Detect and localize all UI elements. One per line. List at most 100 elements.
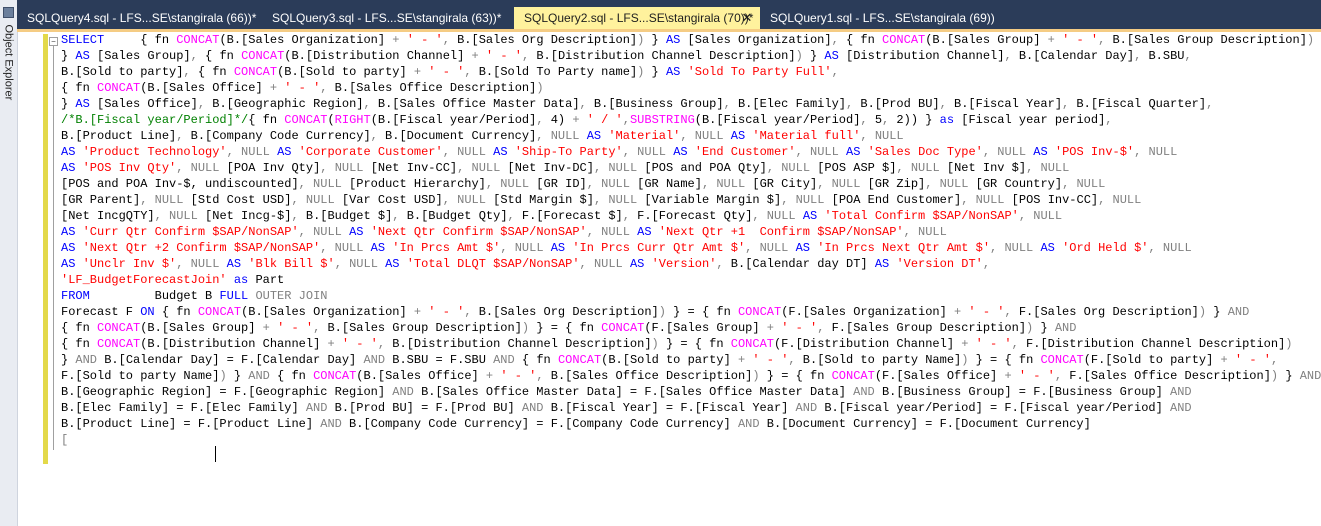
sql-string: ' - ': [752, 353, 789, 367]
object-explorer-label[interactable]: Object Explorer: [2, 25, 16, 130]
code-line[interactable]: F.[Sold to party Name]) } AND { fn CONCA…: [61, 368, 1321, 384]
code-line[interactable]: B.[Geographic Region] = F.[Geographic Re…: [61, 384, 1321, 400]
sql-function: CONCAT: [233, 65, 278, 79]
sql-text: (F.[Sales Group]: [644, 321, 767, 335]
sql-text: B.[Calendar Day]: [1011, 49, 1135, 63]
code-line[interactable]: B.[Elec Family] = F.[Elec Family] AND B.…: [61, 400, 1321, 416]
code-line[interactable]: B.[Sold to party], { fn CONCAT(B.[Sold t…: [61, 64, 1321, 80]
code-line[interactable]: FROM Budget B FULL OUTER JOIN: [61, 288, 1321, 304]
code-line[interactable]: 'LF_BudgetForecastJoin' as Part: [61, 272, 1321, 288]
sql-string: 'Ord Held $': [1062, 241, 1149, 255]
sql-function: CONCAT: [97, 337, 141, 351]
object-explorer-panel[interactable]: Object Explorer: [0, 0, 18, 526]
code-line[interactable]: AS 'Next Qtr +2 Confirm $SAP/NonSAP', NU…: [61, 240, 1321, 256]
sql-keyword: AS: [61, 161, 76, 175]
code-line[interactable]: AS 'Product Technology', NULL AS 'Corpor…: [61, 144, 1321, 160]
sql-string: 'Blk Bill $': [248, 257, 335, 271]
sql-keyword: AS: [665, 65, 681, 79]
sql-text: B.[Document Currency] = F.[Document Curr…: [759, 417, 1091, 431]
code-line[interactable]: { fn CONCAT(B.[Distribution Channel] + '…: [61, 336, 1321, 352]
sql-operator: AND: [392, 385, 414, 399]
code-line[interactable]: AS 'Unclr Inv $', NULL AS 'Blk Bill $', …: [61, 256, 1321, 272]
close-tab-icon[interactable]: ✕: [740, 10, 754, 26]
code-line[interactable]: AS 'POS Inv Qty', NULL [POA Inv Qty], NU…: [61, 160, 1321, 176]
code-line[interactable]: /*B.[Fiscal year/Period]*/{ fn CONCAT(RI…: [61, 112, 1321, 128]
sql-function: CONCAT: [284, 113, 328, 127]
sql-operator: AND: [795, 401, 818, 415]
sql-string: 'Unclr Inv $': [82, 257, 177, 271]
sql-string: 'Product Technology': [82, 145, 227, 159]
code-line[interactable]: { fn CONCAT(B.[Sales Group] + ' - ', B.[…: [61, 320, 1321, 336]
sql-operator: NULL: [305, 193, 335, 207]
sql-text: }: [644, 65, 666, 79]
tab-sqlquery2[interactable]: SQLQuery2.sql - LFS...SE\stangirala (70)…: [514, 7, 760, 29]
code-line[interactable]: } AS [Sales Office], B.[Geographic Regio…: [61, 96, 1321, 112]
sql-text: [GR Name]: [629, 177, 702, 191]
sql-string: 'End Customer': [694, 145, 796, 159]
sql-operator: ): [752, 369, 760, 383]
sql-text: Part: [248, 273, 285, 287]
sql-code[interactable]: SELECT { fn CONCAT(B.[Sales Organization…: [61, 32, 1321, 448]
code-line[interactable]: } AS [Sales Group], { fn CONCAT(B.[Distr…: [61, 48, 1321, 64]
sql-function: CONCAT: [737, 305, 782, 319]
code-line[interactable]: [POS and POA Inv-$, undiscounted], NULL …: [61, 176, 1321, 192]
sql-operator: +: [262, 321, 270, 335]
sql-string: 'Total DLQT $SAP/NonSAP': [406, 257, 580, 271]
sql-text: B.[Business Group] = F.[Business Group]: [874, 385, 1171, 399]
sql-operator: ,: [795, 145, 803, 159]
sql-string: 'Ship-To Party': [514, 145, 623, 159]
sql-operator: ,: [370, 129, 378, 143]
sql-operator: +: [471, 49, 479, 63]
code-line[interactable]: [GR Parent], NULL [Std Cost USD], NULL […: [61, 192, 1321, 208]
query-editor[interactable]: − SELECT { fn CONCAT(B.[Sales Organizati…: [38, 32, 1321, 526]
sql-keyword: AS: [730, 129, 746, 143]
sql-operator: ,: [622, 113, 630, 127]
code-line[interactable]: { fn CONCAT(B.[Sales Office] + ' - ', B.…: [61, 80, 1321, 96]
code-line[interactable]: B.[Product Line], B.[Company Code Curren…: [61, 128, 1321, 144]
sql-operator: NULL: [334, 241, 364, 255]
sql-operator: AND: [1170, 385, 1192, 399]
object-explorer-icon[interactable]: [3, 7, 14, 18]
sql-keyword: AS: [61, 145, 76, 159]
sql-operator: NULL: [795, 193, 825, 207]
sql-text: B.SBU = F.SBU: [385, 353, 494, 367]
sql-operator: NULL: [457, 193, 486, 207]
sql-text: [Std Margin $]: [485, 193, 594, 207]
code-line[interactable]: } AND B.[Calendar Day] = F.[Calendar Day…: [61, 352, 1321, 368]
collapse-toggle-icon[interactable]: −: [49, 37, 58, 46]
sql-operator: AND: [363, 353, 386, 367]
code-line[interactable]: Forecast F ON { fn CONCAT(B.[Sales Organ…: [61, 304, 1321, 320]
code-line[interactable]: SELECT { fn CONCAT(B.[Sales Organization…: [61, 32, 1321, 48]
sql-text: [GR Parent]: [61, 193, 141, 207]
sql-operator: NULL: [593, 257, 623, 271]
sql-text: { fn: [154, 305, 198, 319]
sql-operator: NULL: [601, 225, 630, 239]
tab-sqlquery3[interactable]: SQLQuery3.sql - LFS...SE\stangirala (63)…: [262, 6, 514, 30]
document-tab-bar: SQLQuery4.sql - LFS...SE\stangirala (66)…: [17, 0, 1321, 32]
sql-operator: NULL: [1112, 193, 1142, 207]
sql-operator: NULL: [810, 145, 839, 159]
tab-sqlquery4[interactable]: SQLQuery4.sql - LFS...SE\stangirala (66)…: [17, 6, 262, 30]
sql-function: CONCAT: [313, 369, 357, 383]
code-line[interactable]: B.[Product Line] = F.[Product Line] AND …: [61, 416, 1321, 432]
tab-sqlquery1[interactable]: SQLQuery1.sql - LFS...SE\stangirala (69)…: [760, 6, 1000, 30]
sql-operator: NULL: [1148, 145, 1178, 159]
code-line[interactable]: [: [61, 432, 1321, 448]
code-line[interactable]: [Net IncgQTY], NULL [Net Incg-$], B.[Bud…: [61, 208, 1321, 224]
sql-operator: +: [1220, 353, 1228, 367]
code-line[interactable]: AS 'Curr Qtr Confirm $SAP/NonSAP', NULL …: [61, 224, 1321, 240]
sql-operator: ,: [831, 33, 839, 47]
